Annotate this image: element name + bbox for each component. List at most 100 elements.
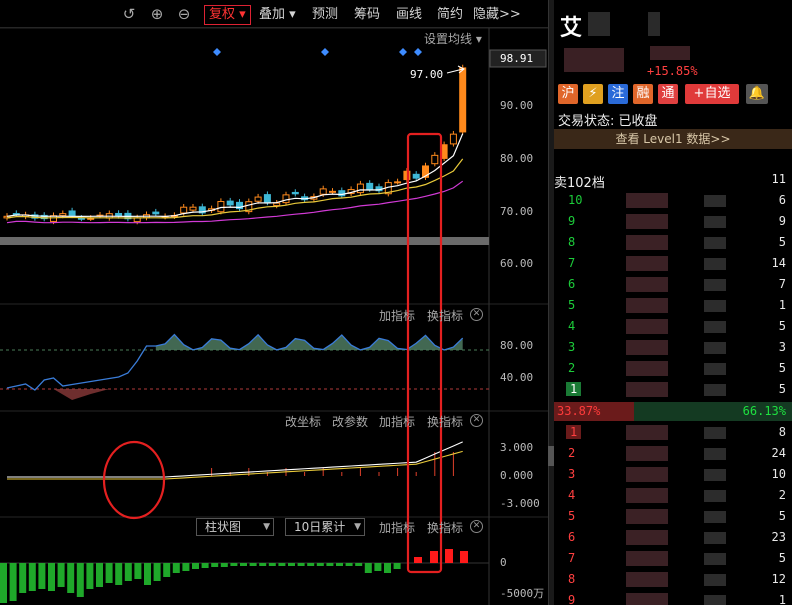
adjust-button[interactable]: 复权 ▾ [204, 5, 251, 25]
outflow-bar [220, 563, 228, 567]
candle [226, 200, 234, 206]
ind2-axis-tick: 0.000 [500, 469, 534, 482]
ask-row[interactable]: 33 [554, 337, 792, 358]
set-ma-link[interactable]: 设置均线 ▾ [424, 30, 482, 47]
add-indicator-link[interactable]: 加指标 [379, 413, 415, 430]
simple-button[interactable]: 简约 [437, 5, 463, 25]
ask-row[interactable]: 7 14 [554, 253, 792, 274]
ask-volume: 6 [778, 193, 786, 207]
candle [412, 173, 420, 179]
zoom-in-icon[interactable]: ⊕ [148, 5, 166, 23]
ratio-bar: 33.87% 66.13% [554, 402, 792, 421]
redacted-price [626, 446, 668, 461]
undo-icon[interactable]: ↺ [120, 5, 138, 23]
candle [59, 213, 67, 217]
change-axis-link[interactable]: 改坐标 [285, 413, 321, 430]
outflow-bar [182, 563, 190, 571]
bid-row[interactable]: 2 24 [554, 443, 792, 464]
candle [394, 181, 402, 184]
inflow-bar [414, 557, 422, 563]
candlestick-series [3, 64, 467, 225]
add-watchlist-button[interactable]: +自选 [685, 84, 739, 104]
ask-row[interactable]: 10 6 [554, 190, 792, 211]
bid-row[interactable]: 3 10 [554, 464, 792, 485]
hide-button[interactable]: 隐藏>> [473, 5, 521, 25]
close-indicator-icon[interactable]: ✕ [470, 308, 483, 321]
redacted-count [704, 574, 726, 586]
alert-bell-icon[interactable]: 🔔 [746, 84, 768, 104]
outflow-bar [355, 563, 363, 566]
bid-level: 3 [568, 467, 576, 481]
indicator2-line-white [7, 441, 463, 478]
ask-row[interactable]: 15 [554, 379, 792, 400]
period-dropdown[interactable]: 10日累计 ▼ [285, 518, 365, 536]
redacted-price [626, 572, 668, 587]
bid-row[interactable]: 6 23 [554, 527, 792, 548]
candle [180, 206, 188, 214]
outflow-bar [307, 563, 315, 566]
level1-link[interactable]: 查看 Level1 数据>> [554, 129, 792, 149]
switch-indicator-link[interactable]: 换指标 [427, 519, 463, 536]
ask-row[interactable]: 85 [554, 232, 792, 253]
note-tag: 注 [608, 84, 628, 104]
candle [68, 210, 76, 216]
bid-volume: 5 [778, 509, 786, 523]
ask-volume: 5 [778, 361, 786, 375]
bid-row[interactable]: 8 12 [554, 569, 792, 590]
close-indicator-icon[interactable]: ✕ [470, 520, 483, 533]
bid-volume: 24 [771, 446, 786, 460]
zoom-out-icon[interactable]: ⊖ [175, 5, 193, 23]
ask-row[interactable]: 51 [554, 295, 792, 316]
forecast-button[interactable]: 预测 [312, 5, 338, 25]
redacted-count [704, 342, 726, 354]
ask-volume: 5 [778, 382, 786, 396]
ask-row[interactable]: 45 [554, 316, 792, 337]
candle [152, 211, 160, 215]
outflow-bar [316, 563, 324, 566]
add-indicator-link[interactable]: 加指标 [379, 307, 415, 324]
add-indicator-link[interactable]: 加指标 [379, 519, 415, 536]
draw-line-button[interactable]: 画线 [396, 5, 422, 25]
bid-row[interactable]: 91 [554, 590, 792, 605]
bid-row[interactable]: 42 [554, 485, 792, 506]
bid-level: 9 [568, 593, 576, 605]
candle [356, 183, 364, 194]
chart-type-dropdown[interactable]: 柱状图 ▼ [196, 518, 274, 536]
bid-row[interactable]: 55 [554, 506, 792, 527]
ask-level: 9 [568, 214, 576, 228]
close-indicator-icon[interactable]: ✕ [470, 414, 483, 427]
ask-level: 4 [568, 319, 576, 333]
outflow-bar [38, 563, 46, 589]
outflow-bar [0, 563, 7, 603]
outflow-bar [240, 563, 247, 566]
outflow-bar [211, 563, 219, 567]
highlight-ellipse [102, 440, 166, 520]
outflow-bar [9, 563, 17, 601]
outflow-bar [163, 563, 171, 577]
ask-row[interactable]: 25 [554, 358, 792, 379]
chips-button[interactable]: 筹码 [354, 5, 380, 25]
overlay-button[interactable]: 叠加 ▾ [259, 5, 296, 25]
bid-row[interactable]: 75 [554, 548, 792, 569]
ma-line-yellow [6, 158, 464, 219]
outflow-bar [230, 563, 238, 566]
bid-row[interactable]: 18 [554, 422, 792, 443]
ind3-axis-tick: 0 [500, 556, 507, 569]
switch-indicator-link[interactable]: 换指标 [427, 307, 463, 324]
ask-row[interactable]: 99 [554, 211, 792, 232]
change-percent: +15.85% [647, 64, 698, 78]
ask-volume: 9 [778, 214, 786, 228]
outflow-bar [134, 563, 142, 579]
trade-status: 交易状态: 已收盘 [558, 114, 658, 129]
redacted-count [704, 237, 726, 249]
candle [282, 194, 290, 204]
chart-area[interactable]: 设置均线 ▾ 98.91 97.00 90.00 80.00 70.00 60.… [0, 28, 548, 605]
switch-indicator-link[interactable]: 换指标 [427, 413, 463, 430]
ask-volume: 1 [778, 298, 786, 312]
ask-row[interactable]: 67 [554, 274, 792, 295]
outflow-bar [96, 563, 103, 587]
inflow-bar [430, 551, 438, 563]
redacted-count [704, 258, 726, 270]
bid-level: 8 [568, 572, 576, 586]
change-params-link[interactable]: 改参数 [332, 413, 368, 430]
